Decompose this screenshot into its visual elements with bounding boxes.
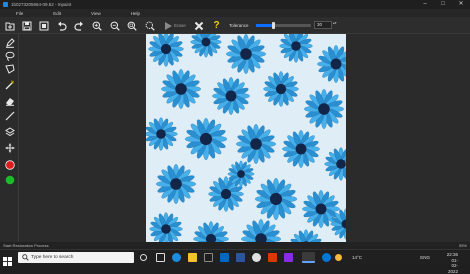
erase-play-icon[interactable]: [162, 20, 173, 31]
save-as-icon[interactable]: [38, 20, 49, 31]
language-indicator[interactable]: ENG: [420, 255, 430, 260]
tolerance-slider-thumb[interactable]: [272, 22, 275, 29]
app-icon-blue[interactable]: [322, 253, 331, 262]
flower-photo: [146, 34, 346, 242]
tolerance-label: Tolerance: [229, 23, 249, 28]
file-explorer-icon[interactable]: [188, 253, 197, 262]
flower: [212, 77, 249, 114]
title-bar: 1b0273205664-09.52 - Inpaint – □ ✕: [0, 0, 470, 9]
app-icon-purple[interactable]: [284, 253, 293, 262]
store-icon[interactable]: [204, 253, 213, 262]
clock[interactable]: 22:36 01-02-2022: [447, 252, 458, 274]
status-message: Start Restoration Process: [3, 243, 49, 248]
tolerance-slider[interactable]: [256, 24, 311, 27]
line-icon[interactable]: [4, 110, 15, 121]
save-icon[interactable]: [21, 20, 32, 31]
marker-icon[interactable]: [4, 37, 15, 48]
search-icon: [22, 254, 29, 261]
flower: [263, 71, 298, 106]
flower: [161, 69, 201, 109]
open-icon[interactable]: [4, 20, 15, 31]
tolerance-spinner[interactable]: ▴▾: [333, 21, 337, 29]
status-bar: Start Restoration Process 55%: [0, 242, 470, 249]
zoom-out-icon[interactable]: [109, 20, 120, 31]
flower: [236, 124, 276, 164]
move-icon[interactable]: [4, 142, 15, 153]
help-question-icon[interactable]: ?: [211, 20, 222, 31]
flower: [146, 118, 178, 151]
minimize-button[interactable]: –: [416, 0, 434, 9]
eraser-icon[interactable]: [4, 95, 15, 106]
menu-file[interactable]: File: [0, 11, 37, 16]
flower: [185, 118, 227, 160]
flower: [241, 219, 281, 242]
tolerance-slider-fill: [256, 24, 273, 27]
canvas-area[interactable]: [20, 34, 470, 242]
zoom-in-icon[interactable]: [91, 20, 102, 31]
word-icon[interactable]: [236, 253, 245, 262]
undo-icon[interactable]: [56, 20, 67, 31]
chrome-icon[interactable]: [252, 253, 261, 262]
taskbar-search[interactable]: Type here to search: [18, 252, 134, 263]
taskbar: Type here to search 14°C ENG 22:36 01-02…: [0, 249, 470, 264]
redo-icon[interactable]: [73, 20, 84, 31]
window-title: 1b0273205664-09.52 - Inpaint: [11, 2, 71, 7]
clock-date: 01-02-2022: [447, 258, 458, 274]
mail-icon[interactable]: [220, 253, 229, 262]
green-color-icon[interactable]: [4, 174, 15, 185]
flower: [280, 34, 313, 63]
lasso-icon[interactable]: [4, 50, 15, 61]
office-icon[interactable]: [268, 253, 277, 262]
zoom-level: 55%: [459, 243, 467, 248]
app-icon: [3, 2, 8, 7]
flower: [191, 34, 222, 57]
menu-help[interactable]: Help: [115, 11, 154, 16]
menu-view[interactable]: View: [75, 11, 115, 16]
task-view-icon[interactable]: [156, 253, 165, 262]
tool-sidebar: [0, 34, 19, 242]
inpaint-taskbar-icon[interactable]: [302, 252, 315, 263]
cortana-icon[interactable]: [140, 254, 147, 261]
toolbar: Erase ? Tolerance 30 ▴▾: [0, 17, 470, 34]
search-placeholder: Type here to search: [31, 255, 73, 260]
flower: [156, 164, 196, 204]
photo-canvas[interactable]: [146, 34, 346, 242]
menu-bar: File Edit View Help: [0, 9, 470, 17]
clear-x-icon[interactable]: [193, 20, 204, 31]
flower: [150, 213, 183, 243]
clock-time: 22:36: [447, 252, 458, 258]
menu-edit[interactable]: Edit: [37, 11, 75, 16]
flower: [148, 34, 183, 67]
maximize-button[interactable]: □: [434, 0, 452, 9]
flower: [304, 89, 344, 129]
edge-icon[interactable]: [172, 253, 181, 262]
flower: [282, 130, 319, 167]
flower: [325, 148, 347, 181]
flower: [193, 221, 228, 242]
magic-wand-icon[interactable]: [4, 79, 15, 90]
flower: [255, 178, 297, 220]
close-button[interactable]: ✕: [452, 0, 470, 9]
flower: [226, 34, 266, 74]
flower: [228, 161, 254, 187]
app-window: 1b0273205664-09.52 - Inpaint – □ ✕ File …: [0, 0, 470, 249]
windows-start-icon[interactable]: [3, 253, 12, 262]
erase-label[interactable]: Erase: [174, 23, 186, 28]
polygon-lasso-icon[interactable]: [4, 63, 15, 74]
zoom-fit-icon[interactable]: [126, 20, 137, 31]
flower: [317, 45, 346, 82]
flower: [290, 230, 323, 243]
red-color-icon[interactable]: [4, 159, 15, 170]
layers-icon[interactable]: [4, 126, 15, 137]
zoom-actual-icon[interactable]: [144, 20, 155, 31]
weather-icon: [335, 254, 342, 261]
weather-temp[interactable]: 14°C: [352, 255, 362, 260]
tolerance-input[interactable]: 30: [314, 21, 332, 29]
